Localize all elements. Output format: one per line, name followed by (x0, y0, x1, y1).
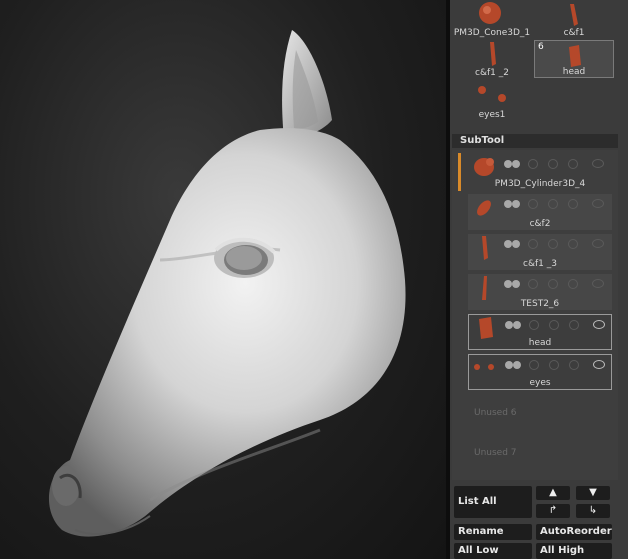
subtool-thumbnail-icon (474, 158, 494, 176)
tool-thumb-label: eyes1 (478, 110, 506, 120)
visibility-dot-icon[interactable] (512, 280, 520, 288)
brush-icon[interactable] (569, 360, 579, 370)
eye-icon[interactable] (593, 320, 605, 329)
visibility-dot-icon[interactable] (512, 240, 520, 248)
tool-thumbnail-grid: PM3D_Cone3D_1 c&f1 c&f1 _2 6 head eyes1 (452, 0, 616, 124)
solo-icon[interactable] (548, 279, 558, 289)
brush-icon[interactable] (568, 239, 578, 249)
move-out-button[interactable]: ↳ (576, 504, 610, 518)
unused-slot: Unused 7 (474, 448, 517, 458)
polypaint-icon[interactable] (529, 360, 539, 370)
subtool-thumbnail-icon (482, 276, 487, 300)
subtool-name: c&f2 (529, 219, 551, 229)
brush-icon[interactable] (568, 279, 578, 289)
brush-icon[interactable] (569, 320, 579, 330)
solo-icon[interactable] (549, 320, 559, 330)
visibility-dot-icon[interactable] (504, 200, 512, 208)
subtool-list: PM3D_Cylinder3D_4 c&f2 c&f1 _3 TEST2_6 h… (452, 150, 618, 480)
unused-slot: Unused 6 (474, 408, 517, 418)
visibility-dot-icon[interactable] (513, 361, 521, 369)
visibility-dot-icon[interactable] (504, 160, 512, 168)
polypaint-icon[interactable] (528, 199, 538, 209)
polypaint-icon[interactable] (529, 320, 539, 330)
subtool-item-cf2[interactable]: c&f2 (468, 194, 612, 230)
eyes-thumbnail-icon (478, 86, 506, 102)
active-subtool-indicator (458, 153, 461, 191)
eye-icon[interactable] (592, 279, 604, 288)
subtool-item-cylinder[interactable]: PM3D_Cylinder3D_4 (468, 154, 612, 190)
3d-viewport[interactable] (0, 0, 446, 559)
tool-thumb-label: c&f1 _2 (475, 68, 509, 78)
brush-icon[interactable] (568, 159, 578, 169)
solo-icon[interactable] (548, 159, 558, 169)
tool-thumb-eyes1[interactable]: eyes1 (452, 82, 532, 120)
head-thumbnail-icon (569, 45, 581, 67)
polypaint-icon[interactable] (528, 239, 538, 249)
tool-thumb-label: PM3D_Cone3D_1 (453, 28, 531, 38)
subtool-name: TEST2_6 (520, 299, 560, 309)
visibility-dot-icon[interactable] (504, 240, 512, 248)
solo-icon[interactable] (548, 199, 558, 209)
tool-thumb-head[interactable]: 6 head (534, 40, 614, 78)
eye-icon[interactable] (592, 199, 604, 208)
subtool-item-eyes[interactable]: eyes (468, 354, 612, 390)
tool-thumb-label: c&f1 (563, 28, 585, 38)
visibility-dot-icon[interactable] (512, 200, 520, 208)
visibility-dot-icon[interactable] (505, 361, 513, 369)
tool-thumb-cf1[interactable]: c&f1 (534, 0, 614, 38)
subtool-item-test2[interactable]: TEST2_6 (468, 274, 612, 310)
eye-icon[interactable] (592, 159, 604, 168)
subtool-item-head[interactable]: head (468, 314, 612, 350)
subtool-thumbnail-icon (482, 236, 488, 260)
move-in-button[interactable]: ↱ (536, 504, 570, 518)
horse-head-model (48, 30, 406, 537)
eye-icon[interactable] (592, 239, 604, 248)
eye-icon[interactable] (593, 360, 605, 369)
visibility-dot-icon[interactable] (513, 321, 521, 329)
move-down-button[interactable]: ▼ (576, 486, 610, 500)
subtool-name: PM3D_Cylinder3D_4 (494, 179, 586, 189)
tool-thumb-label: head (562, 67, 586, 77)
tool-thumb-cone[interactable]: PM3D_Cone3D_1 (452, 0, 532, 38)
auto-reorder-button[interactable]: AutoReorder (536, 524, 612, 540)
subtool-thumbnail-icon (477, 200, 491, 216)
subtool-name: c&f1 _3 (523, 259, 557, 269)
all-high-button[interactable]: All High (536, 543, 612, 559)
visibility-dot-icon[interactable] (505, 321, 513, 329)
solo-icon[interactable] (549, 360, 559, 370)
subtool-name: head (528, 338, 552, 348)
solo-icon[interactable] (548, 239, 558, 249)
list-all-button[interactable]: List All (454, 486, 532, 518)
subtool-item-cf1-3[interactable]: c&f1 _3 (468, 234, 612, 270)
leg-thumbnail-icon (570, 4, 578, 26)
move-up-button[interactable]: ▲ (536, 486, 570, 500)
tool-thumb-cf1-2[interactable]: c&f1 _2 (452, 40, 532, 78)
brush-icon[interactable] (568, 199, 578, 209)
all-low-button[interactable]: All Low (454, 543, 532, 559)
sphere-thumbnail-icon (479, 2, 501, 24)
leg-thumbnail-icon (490, 42, 496, 66)
subtool-name: eyes (529, 378, 551, 388)
polypaint-icon[interactable] (528, 279, 538, 289)
polypaint-icon[interactable] (528, 159, 538, 169)
rename-button[interactable]: Rename (454, 524, 532, 540)
visibility-dot-icon[interactable] (504, 280, 512, 288)
visibility-dot-icon[interactable] (512, 160, 520, 168)
subtool-header[interactable]: SubTool (452, 134, 618, 148)
